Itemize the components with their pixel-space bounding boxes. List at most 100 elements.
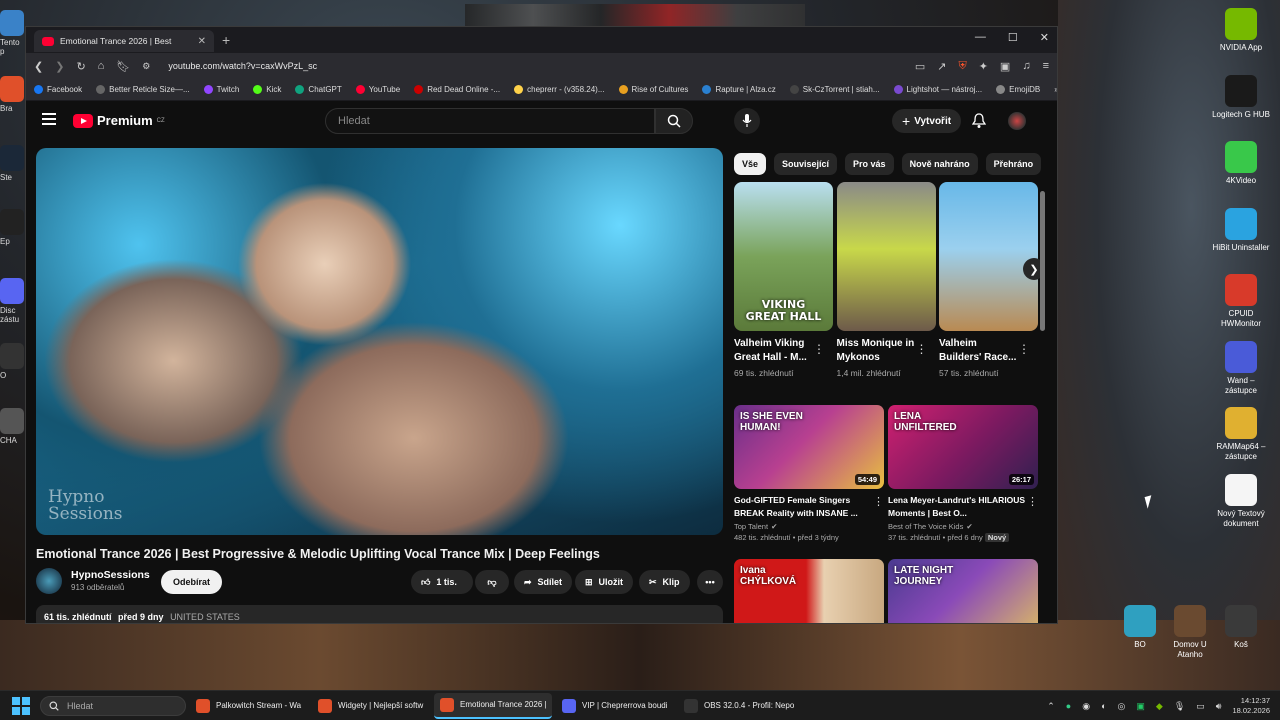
desktop-icon-left[interactable]: O xyxy=(0,343,26,380)
volume-icon[interactable]: 🔊︎ xyxy=(1216,701,1222,712)
more-options-icon[interactable]: ⋮ xyxy=(813,342,825,356)
taskbar-item[interactable]: Palkowitch Stream - Wa xyxy=(190,693,308,719)
short-title[interactable]: Miss Monique in Mykonos xyxy=(837,337,917,365)
more-options-icon[interactable]: ⋮ xyxy=(916,342,928,356)
desktop-icon[interactable]: Koš xyxy=(1211,605,1271,650)
bookmark-item[interactable]: ChatGPT xyxy=(295,85,342,94)
video-card-title[interactable]: Lena Meyer-Landrut's HILARIOUS Moments |… xyxy=(888,494,1026,520)
url-field[interactable]: youtube.com/watch?v=caxWvPzL_sc xyxy=(168,61,317,71)
chip-filter[interactable]: Pro vás xyxy=(845,153,894,175)
desktop-icon[interactable]: NVIDIA App xyxy=(1211,8,1271,53)
video-card[interactable]: LATE NIGHT JOURNEY xyxy=(888,559,1038,623)
taskbar-search-input[interactable]: Hledat xyxy=(40,695,186,716)
share-button[interactable]: ➦ Sdílet xyxy=(514,570,573,594)
bookmark-item[interactable]: YouTube xyxy=(355,85,400,94)
create-button[interactable]: + Vytvořit xyxy=(892,109,962,133)
taskbar-item[interactable]: Widgety | Nejlepší softw xyxy=(312,693,430,719)
dislike-button[interactable]: 👎︎ xyxy=(475,570,509,594)
desktop-icon-left[interactable]: CHA xyxy=(0,408,26,445)
desktop-icon[interactable]: 4KVideo xyxy=(1211,141,1271,186)
subscribe-button[interactable]: Odebírat xyxy=(161,570,223,594)
more-options-icon[interactable]: ⋮ xyxy=(1027,495,1038,508)
short-item[interactable]: VIKING GREAT HALL Valheim Viking Great Ha… xyxy=(734,182,833,378)
taskbar-item[interactable]: Emotional Trance 2026 | xyxy=(434,692,552,719)
like-button[interactable]: 👍︎ 1 tis. xyxy=(411,570,473,594)
bookmark-item[interactable]: Facebook xyxy=(34,85,82,94)
bookmark-item[interactable]: Lightshot — nástroj... xyxy=(893,85,982,94)
page-scrollbar[interactable] xyxy=(1040,179,1045,623)
chip-filter[interactable]: Přehráno xyxy=(985,153,1042,175)
desktop-icon[interactable]: CPUID HWMonitor xyxy=(1211,274,1271,329)
youtube-logo[interactable]: Premium CZ xyxy=(73,113,165,128)
screen-cast-icon[interactable]: ▭ xyxy=(915,60,925,73)
save-button[interactable]: ⊞ Uložit xyxy=(575,570,634,594)
share-icon[interactable]: ↗ xyxy=(937,60,946,73)
account-avatar[interactable] xyxy=(1008,112,1026,130)
back-icon[interactable]: ❮ xyxy=(34,60,43,73)
clip-button[interactable]: ✂ Klip xyxy=(639,570,690,594)
brave-shield-icon[interactable]: ⛨ xyxy=(958,60,966,73)
logitech-tray-icon[interactable]: ◐ xyxy=(1101,701,1106,711)
video-thumbnail[interactable]: LENA UNFILTERED 26:17 xyxy=(888,405,1038,489)
video-card-channel[interactable]: Best of The Voice Kids ✔ xyxy=(888,522,1038,531)
bookmark-item[interactable]: Rapture | Alza.cz xyxy=(702,85,776,94)
bookmark-icon[interactable]: 🔖︎ xyxy=(116,60,130,73)
description-box[interactable]: 61 tis. zhlédnutí před 9 dny UNITED STAT… xyxy=(36,605,723,623)
forward-icon[interactable]: ❯ xyxy=(55,60,64,73)
microphone-tray-icon[interactable]: 🎙︎ xyxy=(1174,701,1185,712)
desktop-icon-left[interactable]: Bra xyxy=(0,76,26,113)
steam-tray-icon[interactable]: ◉ xyxy=(1082,701,1090,712)
bookmark-item[interactable]: Kick xyxy=(253,85,281,94)
video-thumbnail[interactable]: IS SHE EVEN HUMAN! 54:49 xyxy=(734,405,884,489)
desktop-icon[interactable]: Nový Textový dokument xyxy=(1211,473,1271,529)
video-card-channel[interactable]: Top Talent ✔ xyxy=(734,522,884,531)
wallet-icon[interactable]: ▣ xyxy=(1000,60,1010,73)
short-title[interactable]: Valheim Viking Great Hall - M... xyxy=(734,337,814,365)
nvidia-tray-icon[interactable]: ◆ xyxy=(1156,701,1163,712)
extensions-icon[interactable]: ✦ xyxy=(979,60,988,73)
more-options-icon[interactable]: ⋮ xyxy=(1018,342,1030,356)
notifications-bell-icon[interactable] xyxy=(972,113,986,129)
browser-tab[interactable]: Emotional Trance 2026 | Best ✕ xyxy=(34,30,214,52)
maximize-icon[interactable]: ☐ xyxy=(1008,31,1018,44)
short-title[interactable]: Valheim Builders' Race... xyxy=(939,337,1019,365)
tray-app-icon[interactable]: ● xyxy=(1066,701,1071,711)
greenshot-tray-icon[interactable]: ▣ xyxy=(1136,701,1145,712)
taskbar-item[interactable]: VIP | Cheprerrova boudi xyxy=(556,693,674,719)
desktop-icon-left[interactable]: Disc zástu xyxy=(0,278,26,324)
bookmark-item[interactable]: Rise of Cultures xyxy=(618,85,688,94)
obs-tray-icon[interactable]: ◎ xyxy=(1118,701,1126,712)
taskbar-item[interactable]: OBS 32.0.4 - Profil: Nepo xyxy=(678,693,796,719)
menu-hamburger-icon[interactable] xyxy=(42,113,56,128)
bookmark-item[interactable]: Better Reticle Size—... xyxy=(96,85,190,94)
voice-search-button[interactable] xyxy=(734,108,760,134)
new-tab-icon[interactable]: + xyxy=(222,32,230,48)
more-options-icon[interactable]: ⋮ xyxy=(873,495,884,508)
short-thumbnail[interactable] xyxy=(939,182,1038,331)
desktop-icon[interactable]: Logitech G HUB xyxy=(1211,74,1271,120)
desktop-icon-left[interactable]: Tento p xyxy=(0,10,26,56)
close-window-icon[interactable]: ✕ xyxy=(1040,31,1049,44)
bookmark-item[interactable]: Red Dead Online -... xyxy=(414,85,500,94)
site-info-icon[interactable]: ⚙︎ xyxy=(142,61,150,72)
desktop-icon-left[interactable]: Ste xyxy=(0,145,26,182)
media-icon[interactable]: ♫ xyxy=(1022,60,1030,72)
video-thumbnail[interactable]: LATE NIGHT JOURNEY xyxy=(888,559,1038,623)
search-input[interactable]: Hledat xyxy=(325,108,655,134)
desktop-icon[interactable]: HiBit Uninstaller xyxy=(1211,207,1271,253)
search-button[interactable] xyxy=(655,108,693,134)
minimize-icon[interactable]: — xyxy=(975,31,986,44)
more-actions-button[interactable]: ••• xyxy=(697,570,723,594)
menu-icon[interactable]: ≡ xyxy=(1043,60,1049,72)
windows-start-icon[interactable] xyxy=(12,696,30,715)
short-item[interactable]: Valheim Builders' Race... 57 tis. zhlédnu… xyxy=(939,182,1038,378)
video-card[interactable]: LENA UNFILTERED 26:17 Lena Meyer-Landrut's… xyxy=(888,405,1038,542)
chip-filter[interactable]: Nově nahráno xyxy=(901,153,978,175)
clock[interactable]: 14:12:37 18.02.2026 xyxy=(1232,696,1270,716)
video-card[interactable]: Ivana CHÝLKOVÁ xyxy=(734,559,884,623)
short-item[interactable]: Miss Monique in Mykonos 1,4 mil. zhlédnut… xyxy=(836,182,936,378)
bookmarks-overflow-icon[interactable]: » xyxy=(1054,85,1057,94)
video-thumbnail[interactable]: Ivana CHÝLKOVÁ xyxy=(734,559,884,623)
chip-filter[interactable]: Vše xyxy=(734,153,767,175)
desktop-icon-left[interactable]: Ep xyxy=(0,209,26,246)
